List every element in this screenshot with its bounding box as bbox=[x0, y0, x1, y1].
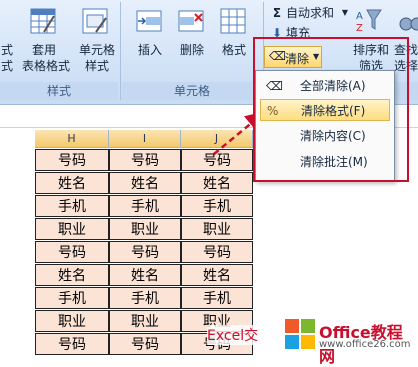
column-header-i[interactable]: I bbox=[109, 130, 181, 148]
table-cell[interactable]: 号码 bbox=[109, 333, 181, 355]
format-cells-icon bbox=[220, 8, 246, 34]
cell-style-label-1: 单元格 bbox=[78, 43, 115, 57]
table-cell[interactable]: 号码 bbox=[109, 149, 181, 171]
table-cell[interactable]: 号码 bbox=[109, 241, 181, 263]
table-cell[interactable]: 手机 bbox=[109, 287, 181, 309]
table-cell[interactable]: 姓名 bbox=[109, 264, 181, 286]
dropdown-arrow-icon: ▼ bbox=[341, 8, 349, 17]
delete-label: 删除 bbox=[179, 43, 204, 57]
column-header-h[interactable]: H bbox=[35, 130, 109, 148]
table-cell[interactable]: 号码 bbox=[35, 333, 109, 355]
svg-text:Z: Z bbox=[356, 23, 363, 33]
watermark-caption: Excel交 bbox=[207, 325, 259, 345]
cut-off-button-label-2[interactable]: 式 bbox=[0, 58, 14, 74]
insert-label: 插入 bbox=[137, 43, 162, 57]
table-format-label-1: 套用 bbox=[31, 43, 56, 57]
table-cell[interactable]: 号码 bbox=[181, 241, 253, 263]
watermark: Excel交 Office教程网 www.office26.com bbox=[203, 313, 418, 366]
table-format-label-2: 表格格式 bbox=[21, 59, 70, 73]
table-cell[interactable]: 姓名 bbox=[181, 172, 253, 194]
table-cell[interactable]: 号码 bbox=[35, 241, 109, 263]
table-cell[interactable]: 姓名 bbox=[109, 172, 181, 194]
svg-text:A: A bbox=[356, 11, 363, 22]
sort-filter-icon: AZ bbox=[355, 7, 383, 34]
table-cell[interactable]: 职业 bbox=[109, 218, 181, 240]
cell-style-icon bbox=[82, 8, 108, 34]
table-cell[interactable]: 手机 bbox=[181, 287, 253, 309]
table-format-icon bbox=[30, 8, 56, 34]
insert-cells-icon bbox=[136, 8, 162, 34]
table-cell[interactable]: 手机 bbox=[35, 287, 109, 309]
autosum-label: 自动求和 bbox=[286, 6, 335, 20]
table-cell[interactable]: 手机 bbox=[181, 195, 253, 217]
table-cell[interactable]: 姓名 bbox=[35, 264, 109, 286]
sigma-icon: Σ bbox=[272, 6, 282, 20]
table-cell[interactable]: 姓名 bbox=[35, 172, 109, 194]
format-label: 格式 bbox=[221, 43, 246, 57]
highlight-box bbox=[253, 37, 409, 182]
table-cell[interactable]: 职业 bbox=[181, 218, 253, 240]
table-cell[interactable]: 职业 bbox=[35, 218, 109, 240]
cell-style-label-2: 样式 bbox=[84, 59, 109, 73]
cut-off-button-label[interactable]: 式 bbox=[0, 42, 14, 58]
delete-cells-icon bbox=[178, 8, 204, 34]
table-cell[interactable]: 姓名 bbox=[181, 264, 253, 286]
binoculars-icon bbox=[398, 8, 418, 34]
watermark-url: www.office26.com bbox=[319, 339, 411, 350]
styles-group-label: 样式 bbox=[0, 82, 118, 100]
table-cell[interactable]: 手机 bbox=[35, 195, 109, 217]
group-separator bbox=[120, 2, 121, 100]
table-cell[interactable]: 职业 bbox=[109, 310, 181, 332]
cells-group-label: 单元格 bbox=[122, 82, 262, 100]
table-cell[interactable]: 手机 bbox=[109, 195, 181, 217]
table-cell[interactable]: 号码 bbox=[35, 149, 109, 171]
office-logo-icon bbox=[285, 319, 315, 349]
table-cell[interactable]: 职业 bbox=[35, 310, 109, 332]
